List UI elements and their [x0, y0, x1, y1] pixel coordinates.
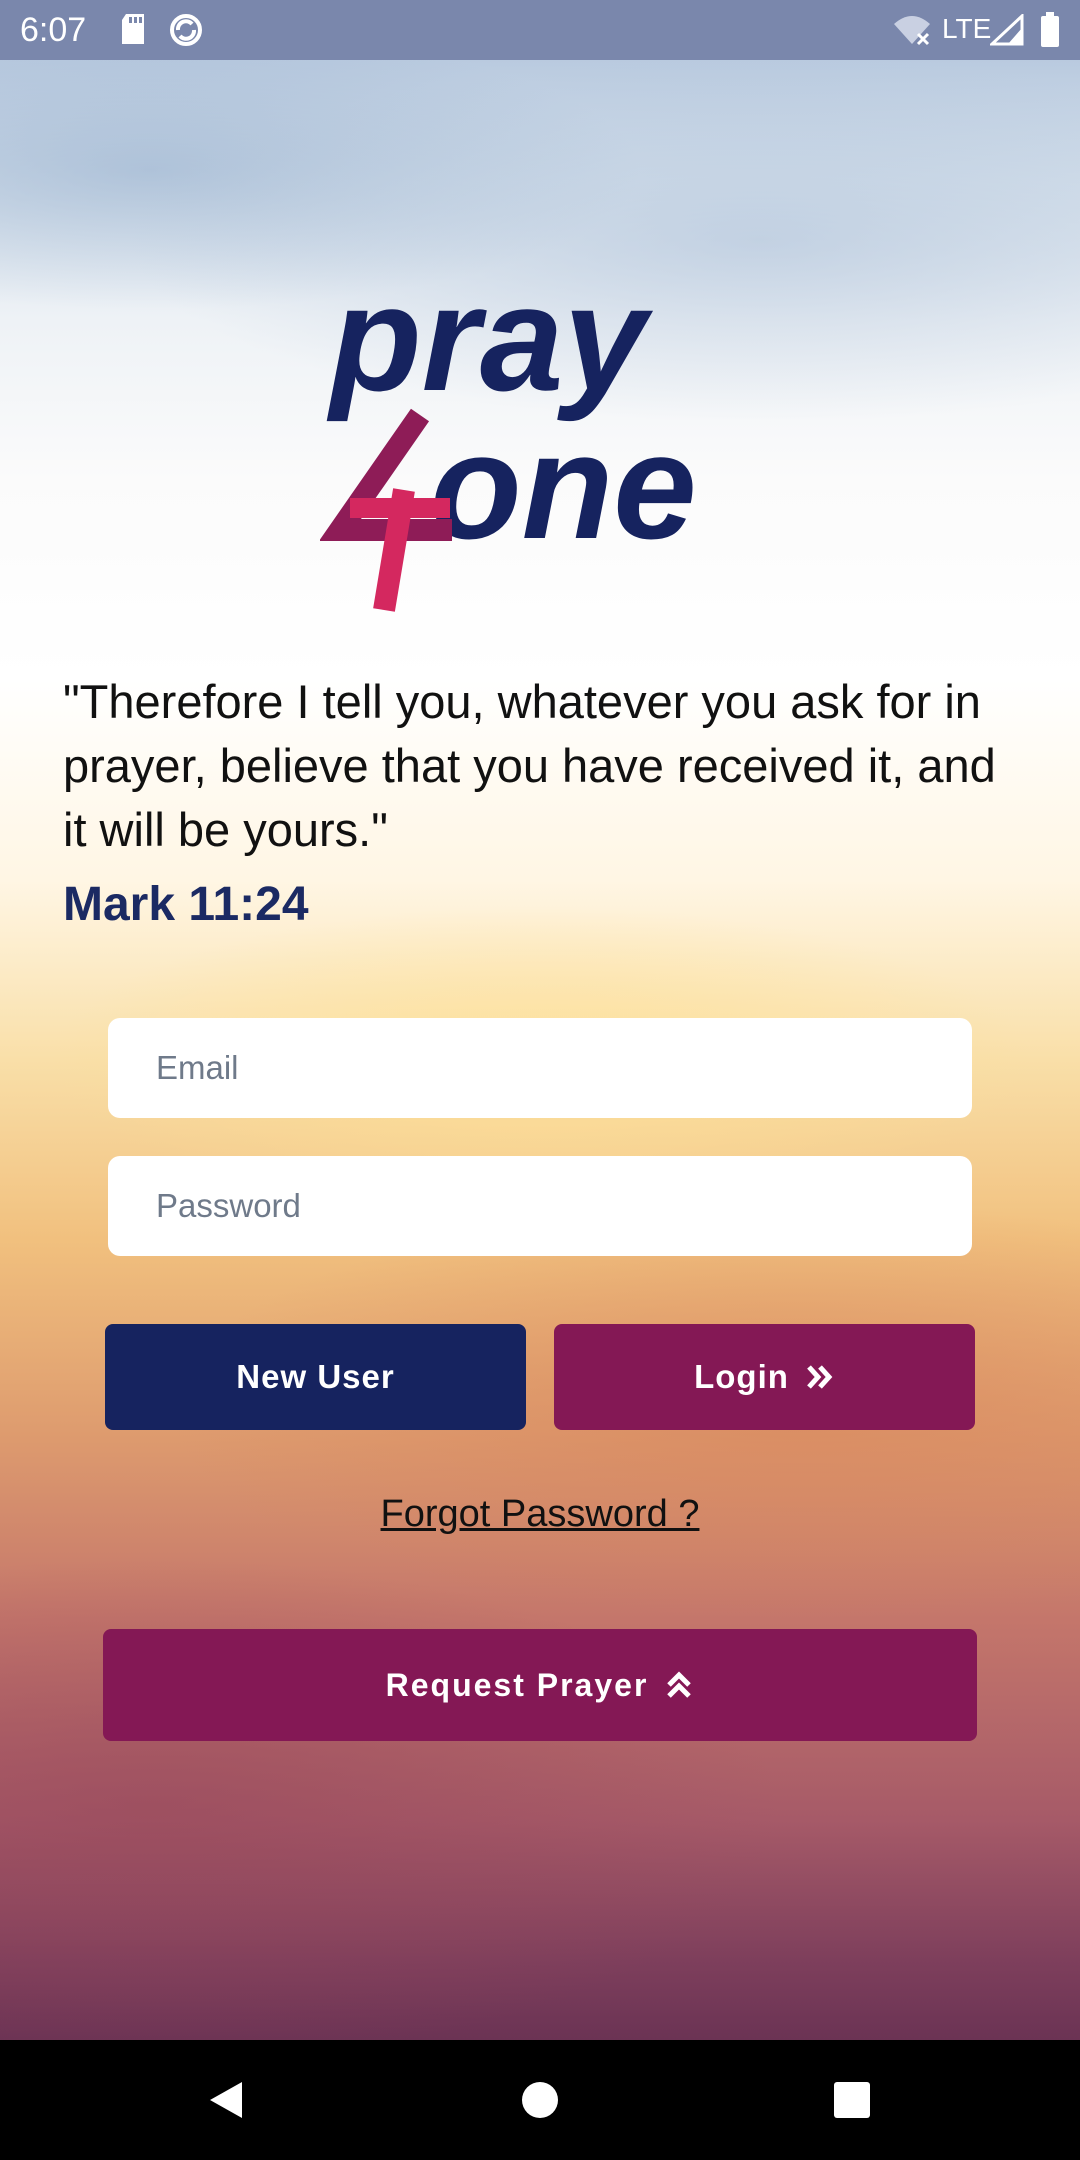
- scripture-quote: "Therefore I tell you, whatever you ask …: [63, 675, 996, 856]
- logo-word-pray: pray: [326, 280, 653, 422]
- battery-icon: [1040, 12, 1060, 53]
- password-field[interactable]: [108, 1156, 972, 1256]
- app-screen: 6:07 LTE pray one "Therefore I tell you,…: [0, 0, 1080, 2160]
- new-user-button[interactable]: New User: [105, 1324, 526, 1430]
- network-type: LTE: [942, 13, 992, 44]
- status-time: 6:07: [20, 11, 87, 49]
- signal-icon: [988, 12, 1024, 51]
- scripture-reference: Mark 11:24: [63, 878, 309, 931]
- request-prayer-label: Request Prayer: [385, 1666, 649, 1703]
- recents-icon[interactable]: [822, 2070, 882, 2130]
- login-button[interactable]: Login: [554, 1324, 975, 1430]
- sd-card-icon: [120, 12, 148, 51]
- login-label: Login: [694, 1358, 789, 1395]
- navigation-bar: [0, 2040, 1080, 2160]
- email-field[interactable]: [108, 1018, 972, 1118]
- back-icon[interactable]: [196, 2070, 256, 2130]
- forgot-password-link[interactable]: Forgot Password ?: [0, 1490, 1080, 1538]
- wifi-off-icon: [892, 14, 932, 51]
- status-bar: 6:07 LTE: [0, 0, 1080, 60]
- home-icon[interactable]: [510, 2070, 570, 2130]
- double-chevron-right-icon: [805, 1362, 835, 1392]
- pray4one-logo: pray one: [318, 254, 770, 620]
- sync-icon: [168, 12, 204, 53]
- double-chevron-up-icon: [664, 1670, 694, 1700]
- request-prayer-button[interactable]: Request Prayer: [103, 1629, 977, 1741]
- logo-word-one: one: [430, 402, 697, 570]
- new-user-label: New User: [236, 1358, 395, 1395]
